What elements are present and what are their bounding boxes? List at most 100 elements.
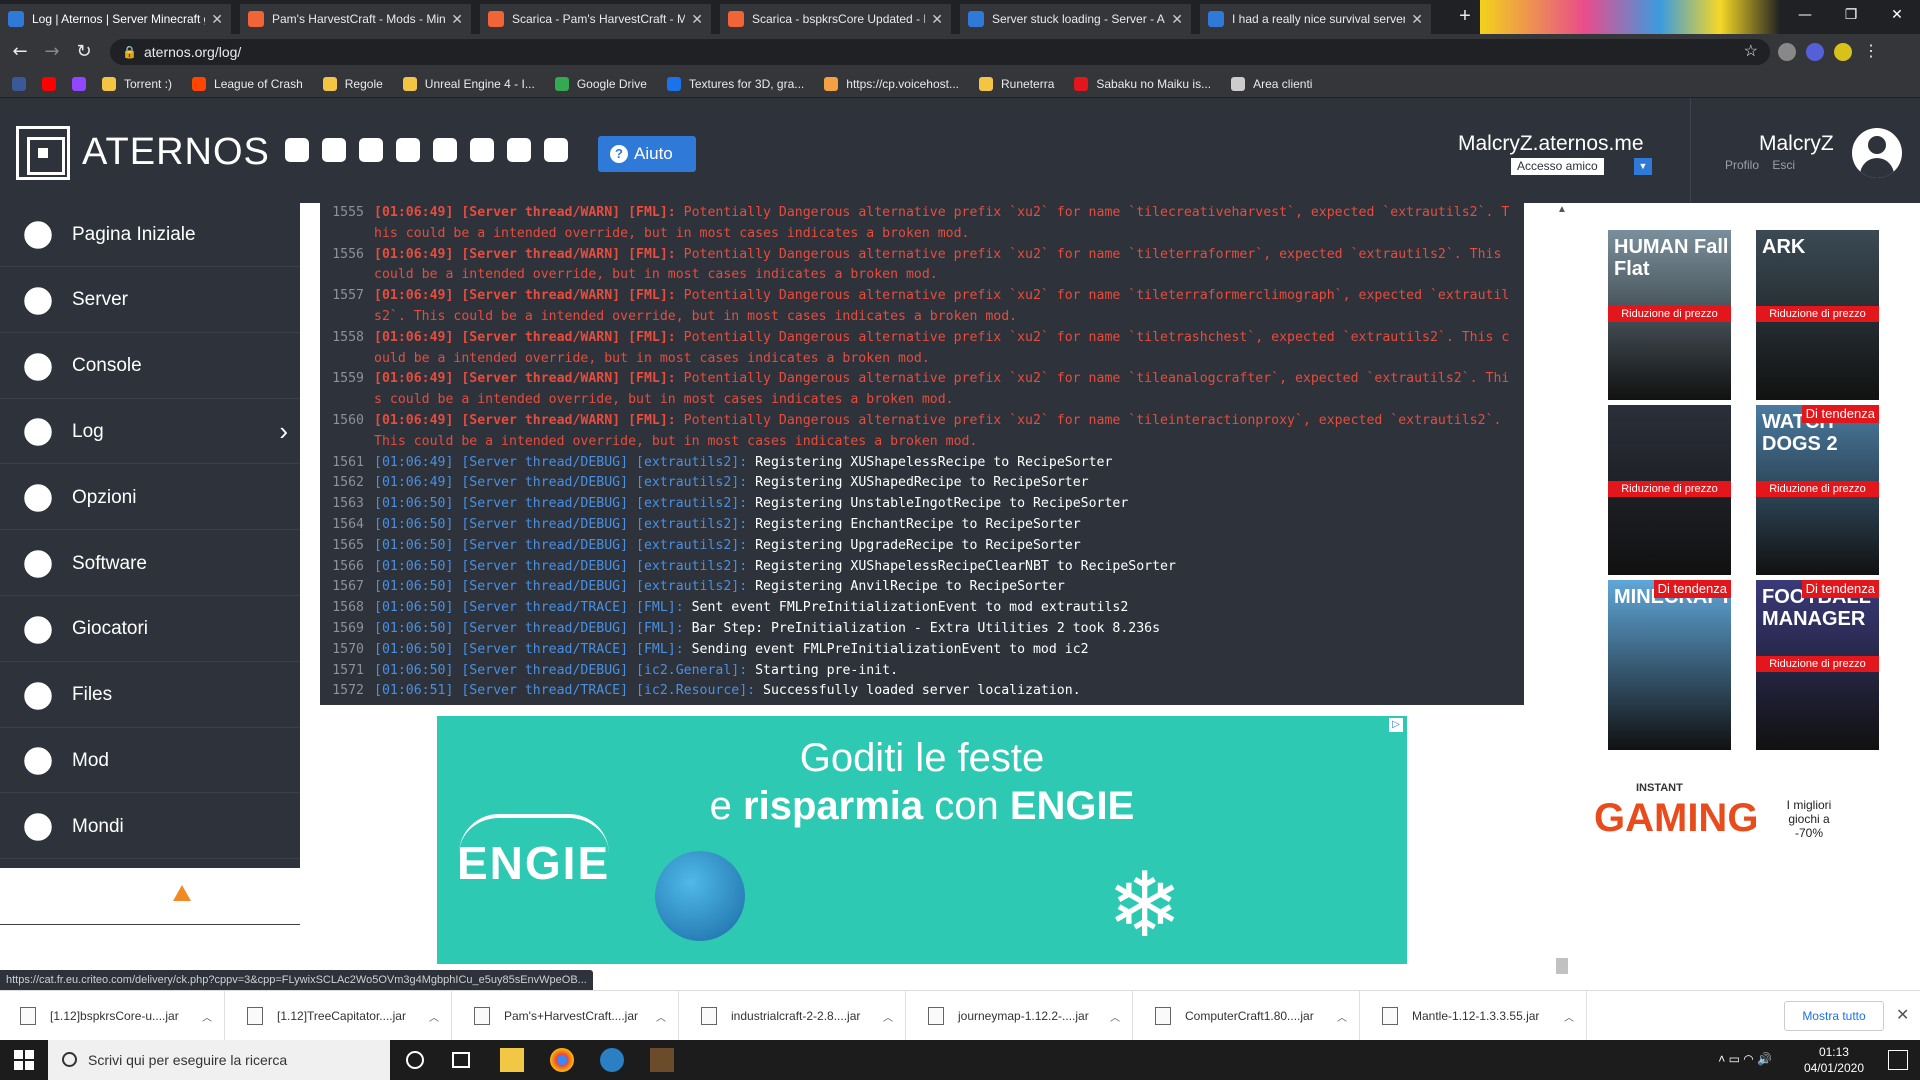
ad-choices-icon[interactable]: ▷ xyxy=(1389,718,1403,732)
close-tab-icon[interactable]: ✕ xyxy=(1411,11,1423,28)
close-window-icon[interactable]: ✕ xyxy=(1874,0,1920,30)
chevron-up-icon[interactable]: ︿ xyxy=(883,1009,893,1024)
facebook-icon[interactable] xyxy=(322,138,346,162)
avatar[interactable] xyxy=(1852,128,1902,178)
sidebar-item-server[interactable]: Server xyxy=(0,269,300,333)
chevron-up-icon[interactable]: ︿ xyxy=(202,1009,212,1024)
download-item[interactable]: Mantle-1.12-1.3.3.55.jar ︿ xyxy=(1362,991,1587,1041)
bookmark-item[interactable]: Sabaku no Maiku is... xyxy=(1074,76,1211,91)
url-input[interactable]: 🔒 aternos.org/log/ ☆ xyxy=(110,39,1770,65)
sidebar-item-opzioni[interactable]: Opzioni xyxy=(0,466,300,531)
discord-icon[interactable] xyxy=(470,138,494,162)
game-ad-tile[interactable]: ARK Riduzione di prezzo xyxy=(1756,230,1879,400)
download-item[interactable]: ComputerCraft1.80....jar ︿ xyxy=(1135,991,1360,1041)
game-ad-tile[interactable]: WATCH DOGS 2 Riduzione di prezzo Di tenden… xyxy=(1756,405,1879,575)
bookmark-item[interactable]: Area clienti xyxy=(1231,76,1312,91)
sidebar-item-pagina-iniziale[interactable]: Pagina Iniziale xyxy=(0,203,300,267)
taskbar-search-input[interactable]: Scrivi qui per eseguire la ricerca xyxy=(48,1040,390,1080)
sidebar-item-mondi[interactable]: Mondi xyxy=(0,795,300,860)
bookmark-item[interactable]: Unreal Engine 4 - I... xyxy=(402,76,535,91)
close-tab-icon[interactable]: ✕ xyxy=(1171,11,1183,28)
reload-icon[interactable]: ↻ xyxy=(72,40,96,64)
bookmark-item[interactable]: Textures for 3D, gra... xyxy=(666,76,804,91)
bookmark-item[interactable]: https://cp.voicehost... xyxy=(824,76,959,91)
games-side-ad[interactable]: INSTANT GAMING I migliori giochi a -70% H… xyxy=(1594,226,1879,840)
sidebar-item-mod[interactable]: Mod xyxy=(0,729,300,794)
game-ad-tile[interactable]: Riduzione di prezzo xyxy=(1608,405,1731,575)
show-all-downloads-button[interactable]: Mostra tutto xyxy=(1784,1001,1884,1031)
download-item[interactable]: [1.12]TreeCapitator....jar ︿ xyxy=(227,991,452,1041)
game-ad-tile[interactable]: FOOTBALL MANAGERRiduzione di prezzoDi te… xyxy=(1756,580,1879,750)
cortana-icon[interactable] xyxy=(406,1051,424,1069)
page-scrollbar[interactable] xyxy=(1556,958,1568,974)
browser-tab[interactable]: Scarica - Pam's HarvestCraft - Mods ✕ xyxy=(480,4,712,34)
close-tab-icon[interactable]: ✕ xyxy=(931,11,943,28)
teamspeak-icon[interactable] xyxy=(507,138,531,162)
game-ad-tile[interactable]: MINECRAFTDi tendenza xyxy=(1608,580,1731,750)
close-downloads-icon[interactable]: ✕ xyxy=(1896,1005,1909,1025)
download-item[interactable]: [1.12]bspkrsCore-u....jar ︿ xyxy=(0,991,225,1041)
sidebar-item-files[interactable]: Files xyxy=(0,664,300,728)
youtube-icon[interactable] xyxy=(359,138,383,162)
extension-icon[interactable] xyxy=(1778,43,1796,61)
taskbar-clock[interactable]: 01:13 04/01/2020 xyxy=(1804,1044,1864,1076)
maximize-icon[interactable]: ❐ xyxy=(1828,0,1874,30)
instagram-icon[interactable] xyxy=(396,138,420,162)
task-view-icon[interactable] xyxy=(452,1052,470,1068)
sidebar-item-console[interactable]: Console xyxy=(0,335,300,399)
scroll-up-icon[interactable]: ▲ xyxy=(1557,204,1567,215)
new-tab-button[interactable]: + xyxy=(1452,4,1478,30)
engie-ad-banner[interactable]: ▷ Goditi le feste e risparmia con ENGIE … xyxy=(437,716,1407,964)
close-tab-icon[interactable]: ✕ xyxy=(691,11,703,28)
sidebar-item-salvataggi[interactable]: Salvataggi xyxy=(0,861,300,925)
download-item[interactable]: journeymap-1.12.2-....jar ︿ xyxy=(908,991,1133,1041)
browser-tab[interactable]: Log | Aternos | Server Minecraft gratuit… xyxy=(0,4,232,34)
bookmark-item[interactable]: Torrent :) xyxy=(102,76,172,91)
logout-link[interactable]: Esci xyxy=(1772,158,1795,172)
menu-kebab-icon[interactable]: ⋮ xyxy=(1862,43,1880,61)
sidebar-item-software[interactable]: Software xyxy=(0,532,300,596)
sidebar-item-giocatori[interactable]: Giocatori xyxy=(0,598,300,662)
teamspeak-app-icon[interactable] xyxy=(600,1048,624,1072)
bookmark-item[interactable] xyxy=(72,76,94,91)
minecraft-launcher-icon[interactable] xyxy=(650,1048,674,1072)
extension-icon[interactable] xyxy=(1806,43,1824,61)
bookmark-item[interactable]: Runeterra xyxy=(979,76,1054,91)
game-ad-tile[interactable]: HUMAN Fall Flat Riduzione di prezzo xyxy=(1608,230,1731,400)
chevron-up-icon[interactable]: ︿ xyxy=(1564,1009,1574,1024)
bookmark-item[interactable]: Google Drive xyxy=(554,76,647,91)
windows-start-icon[interactable] xyxy=(14,1050,34,1070)
minimize-icon[interactable]: — xyxy=(1782,0,1828,30)
chevron-up-icon[interactable]: ︿ xyxy=(1110,1009,1120,1024)
download-item[interactable]: industrialcraft-2-2.8....jar ︿ xyxy=(681,991,906,1041)
browser-tab[interactable]: Pam's HarvestCraft - Mods - Minecraft ✕ xyxy=(240,4,472,34)
chevron-up-icon[interactable]: ︿ xyxy=(429,1009,439,1024)
bookmark-item[interactable] xyxy=(42,76,64,91)
tray-icons[interactable]: ˄ ▭ ◠ 🔊 xyxy=(1718,1052,1772,1066)
reddit-icon[interactable] xyxy=(433,138,457,162)
close-tab-icon[interactable]: ✕ xyxy=(211,11,223,28)
download-item[interactable]: Pam's+HarvestCraft....jar ︿ xyxy=(454,991,679,1041)
bookmark-star-icon[interactable]: ☆ xyxy=(1744,39,1758,65)
aternos-logo-icon[interactable] xyxy=(16,126,70,180)
sidebar-item-log[interactable]: Log › xyxy=(0,400,300,465)
profile-avatar-icon[interactable] xyxy=(1834,43,1852,61)
close-tab-icon[interactable]: ✕ xyxy=(451,11,463,28)
browser-tab[interactable]: Server stuck loading - Server - Aternos ✕ xyxy=(960,4,1192,34)
file-explorer-icon[interactable] xyxy=(500,1048,524,1072)
browser-tab[interactable]: I had a really nice survival server ✕ xyxy=(1200,4,1432,34)
twitter-icon[interactable] xyxy=(285,138,309,162)
chrome-icon[interactable] xyxy=(550,1048,574,1072)
help-button[interactable]: Aiuto xyxy=(598,136,696,172)
back-arrow-icon[interactable]: ← xyxy=(8,40,32,64)
profile-link[interactable]: Profilo xyxy=(1725,158,1759,172)
github-icon[interactable] xyxy=(544,138,568,162)
browser-tab[interactable]: Scarica - bspkrsCore Updated - Mods ✕ xyxy=(720,4,952,34)
bookmark-item[interactable]: Regole xyxy=(322,76,383,91)
notifications-icon[interactable] xyxy=(1888,1050,1908,1070)
bookmark-item[interactable]: League of Crash xyxy=(192,76,303,91)
chevron-up-icon[interactable]: ︿ xyxy=(1337,1009,1347,1024)
bookmark-item[interactable] xyxy=(12,76,34,91)
friend-access-button[interactable]: Accesso amico xyxy=(1511,158,1604,175)
chevron-up-icon[interactable]: ︿ xyxy=(656,1009,666,1024)
